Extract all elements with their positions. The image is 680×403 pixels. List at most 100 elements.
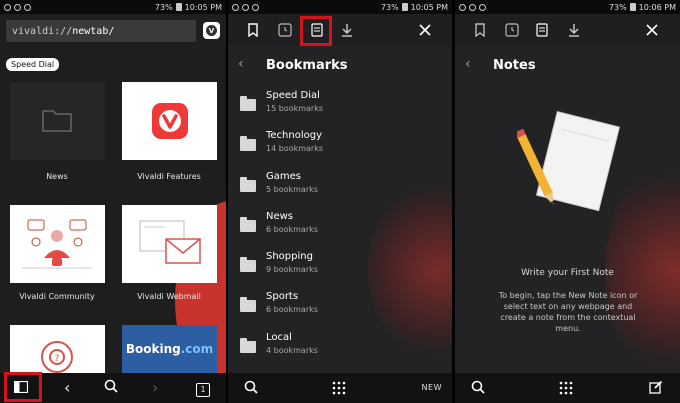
folder-name: News [266,211,294,222]
bottom-toolbar [455,373,680,403]
tile-label: Vivaldi Features [137,172,201,181]
panel-tabs [455,14,680,46]
highlight-box [4,372,42,402]
battery-icon [175,3,182,11]
back-chevron-icon[interactable]: ‹ [465,56,471,72]
folder-name: Shopping [266,251,313,262]
webmail-illustration-icon [139,220,201,264]
battery-icon [401,3,408,11]
highlight-box [300,16,332,46]
folder-count: 6 bookmarks [266,225,318,234]
folder-count: 4 bookmarks [266,346,318,355]
folder-icon [240,338,256,353]
new-button[interactable]: NEW [422,383,442,392]
history-icon[interactable] [505,23,519,37]
bookmark-icon[interactable] [473,23,487,37]
folder-icon [240,217,256,232]
forward-arrow-icon[interactable]: › [152,378,158,397]
bookmark-folder-news[interactable]: News 6 bookmarks [240,211,440,243]
clock: 10:05 PM [184,2,222,12]
bookmark-icon[interactable] [246,23,260,37]
bottom-toolbar: NEW [228,373,452,403]
folder-name: Sports [266,291,299,302]
bookmark-folder-shopping[interactable]: Shopping 9 bookmarks [240,251,440,283]
speed-dial-tile-vivaldi-webmail[interactable] [122,205,217,283]
close-icon[interactable] [645,23,659,37]
url-scheme: vivaldi:// [12,25,73,37]
speed-dial-tile-help[interactable]: ? [10,325,105,373]
close-icon[interactable] [418,23,432,37]
bookmark-folder-games[interactable]: Games 5 bookmarks [240,171,440,203]
speed-dial-chip[interactable]: Speed Dial [6,58,60,71]
folder-icon [240,257,256,272]
search-icon[interactable] [471,380,485,398]
status-bar: 73% 10:05 PM [0,0,226,14]
folder-name: Technology [266,130,323,141]
folder-icon [240,297,256,312]
back-arrow-icon[interactable]: ‹ [64,378,70,397]
status-bar: 73% 10:05 PM [228,0,452,14]
notification-icon [469,3,476,11]
speed-dial-panel: 73% 10:05 PM vivaldi://newtab/ V Speed D… [0,0,226,403]
empty-notes-heading: Write your First Note [521,268,614,278]
panel-tabs [228,14,452,46]
notification-icon [232,3,239,11]
bookmark-folder-local[interactable]: Local 4 bookmarks [240,332,440,364]
download-icon[interactable] [567,23,581,37]
folder-name: Games [266,171,301,182]
back-chevron-icon[interactable]: ‹ [238,56,244,72]
bookmarks-panel: 73% 10:05 PM ‹ Bookmarks Speed Dial 15 b… [228,0,452,403]
tile-label: Vivaldi Community [19,292,95,301]
vivaldi-menu-icon[interactable]: V [203,22,220,39]
vivaldi-logo-icon [152,103,188,139]
new-note-icon[interactable] [649,380,663,398]
clock: 10:06 PM [638,2,676,12]
history-icon[interactable] [278,23,292,37]
grid-icon[interactable] [332,381,346,399]
folder-icon [240,177,256,192]
battery-icon [629,3,636,11]
speed-dial-tile-vivaldi-features[interactable] [122,82,217,160]
app-icon [24,3,31,11]
speed-dial-tile-vivaldi-community[interactable] [10,205,105,283]
search-icon[interactable] [244,380,258,398]
bookmark-folder-sports[interactable]: Sports 6 bookmarks [240,291,440,323]
panel-title: Bookmarks [266,58,348,73]
speed-dial-tile-booking[interactable]: Booking .com [122,325,217,373]
tab-switcher-button[interactable]: 1 [196,380,210,397]
speed-dial-tile-news[interactable] [10,82,105,160]
address-bar[interactable]: vivaldi://newtab/ [6,20,196,42]
tile-label: News [46,172,68,181]
tile-label: Vivaldi Webmail [137,292,201,301]
booking-logo-suffix: .com [180,342,214,356]
svg-text:?: ? [55,354,60,364]
tab-count: 1 [196,383,210,397]
search-icon[interactable] [104,379,118,397]
folder-count: 6 bookmarks [266,305,318,314]
clock: 10:05 PM [410,2,448,12]
bookmark-folder-speed-dial[interactable]: Speed Dial 15 bookmarks [240,90,440,122]
folder-icon [240,136,256,151]
notes-icon[interactable] [535,23,549,37]
booking-logo-text: Booking [125,342,181,356]
empty-notes-instructions: To begin, tap the New Note icon or selec… [498,291,638,333]
url-path: newtab/ [72,25,115,37]
notes-panel: 73% 10:06 PM ‹ Notes Write your First No… [455,0,680,403]
folder-count: 5 bookmarks [266,185,318,194]
grid-icon[interactable] [559,381,573,399]
battery-text: 73% [154,2,173,12]
app-icon [252,3,259,11]
bookmark-folder-technology[interactable]: Technology 14 bookmarks [240,130,440,162]
folder-name: Local [266,332,292,343]
community-illustration-icon [22,219,92,269]
notification-icon [4,3,11,11]
download-icon[interactable] [340,23,354,37]
folder-icon [240,96,256,111]
note-pencil-illustration-icon [517,111,621,212]
folder-count: 14 bookmarks [266,144,324,153]
panel-title: Notes [493,58,536,73]
folder-count: 15 bookmarks [266,104,324,113]
folder-name: Speed Dial [266,90,320,101]
notification-icon [14,3,21,11]
battery-text: 73% [380,2,399,12]
